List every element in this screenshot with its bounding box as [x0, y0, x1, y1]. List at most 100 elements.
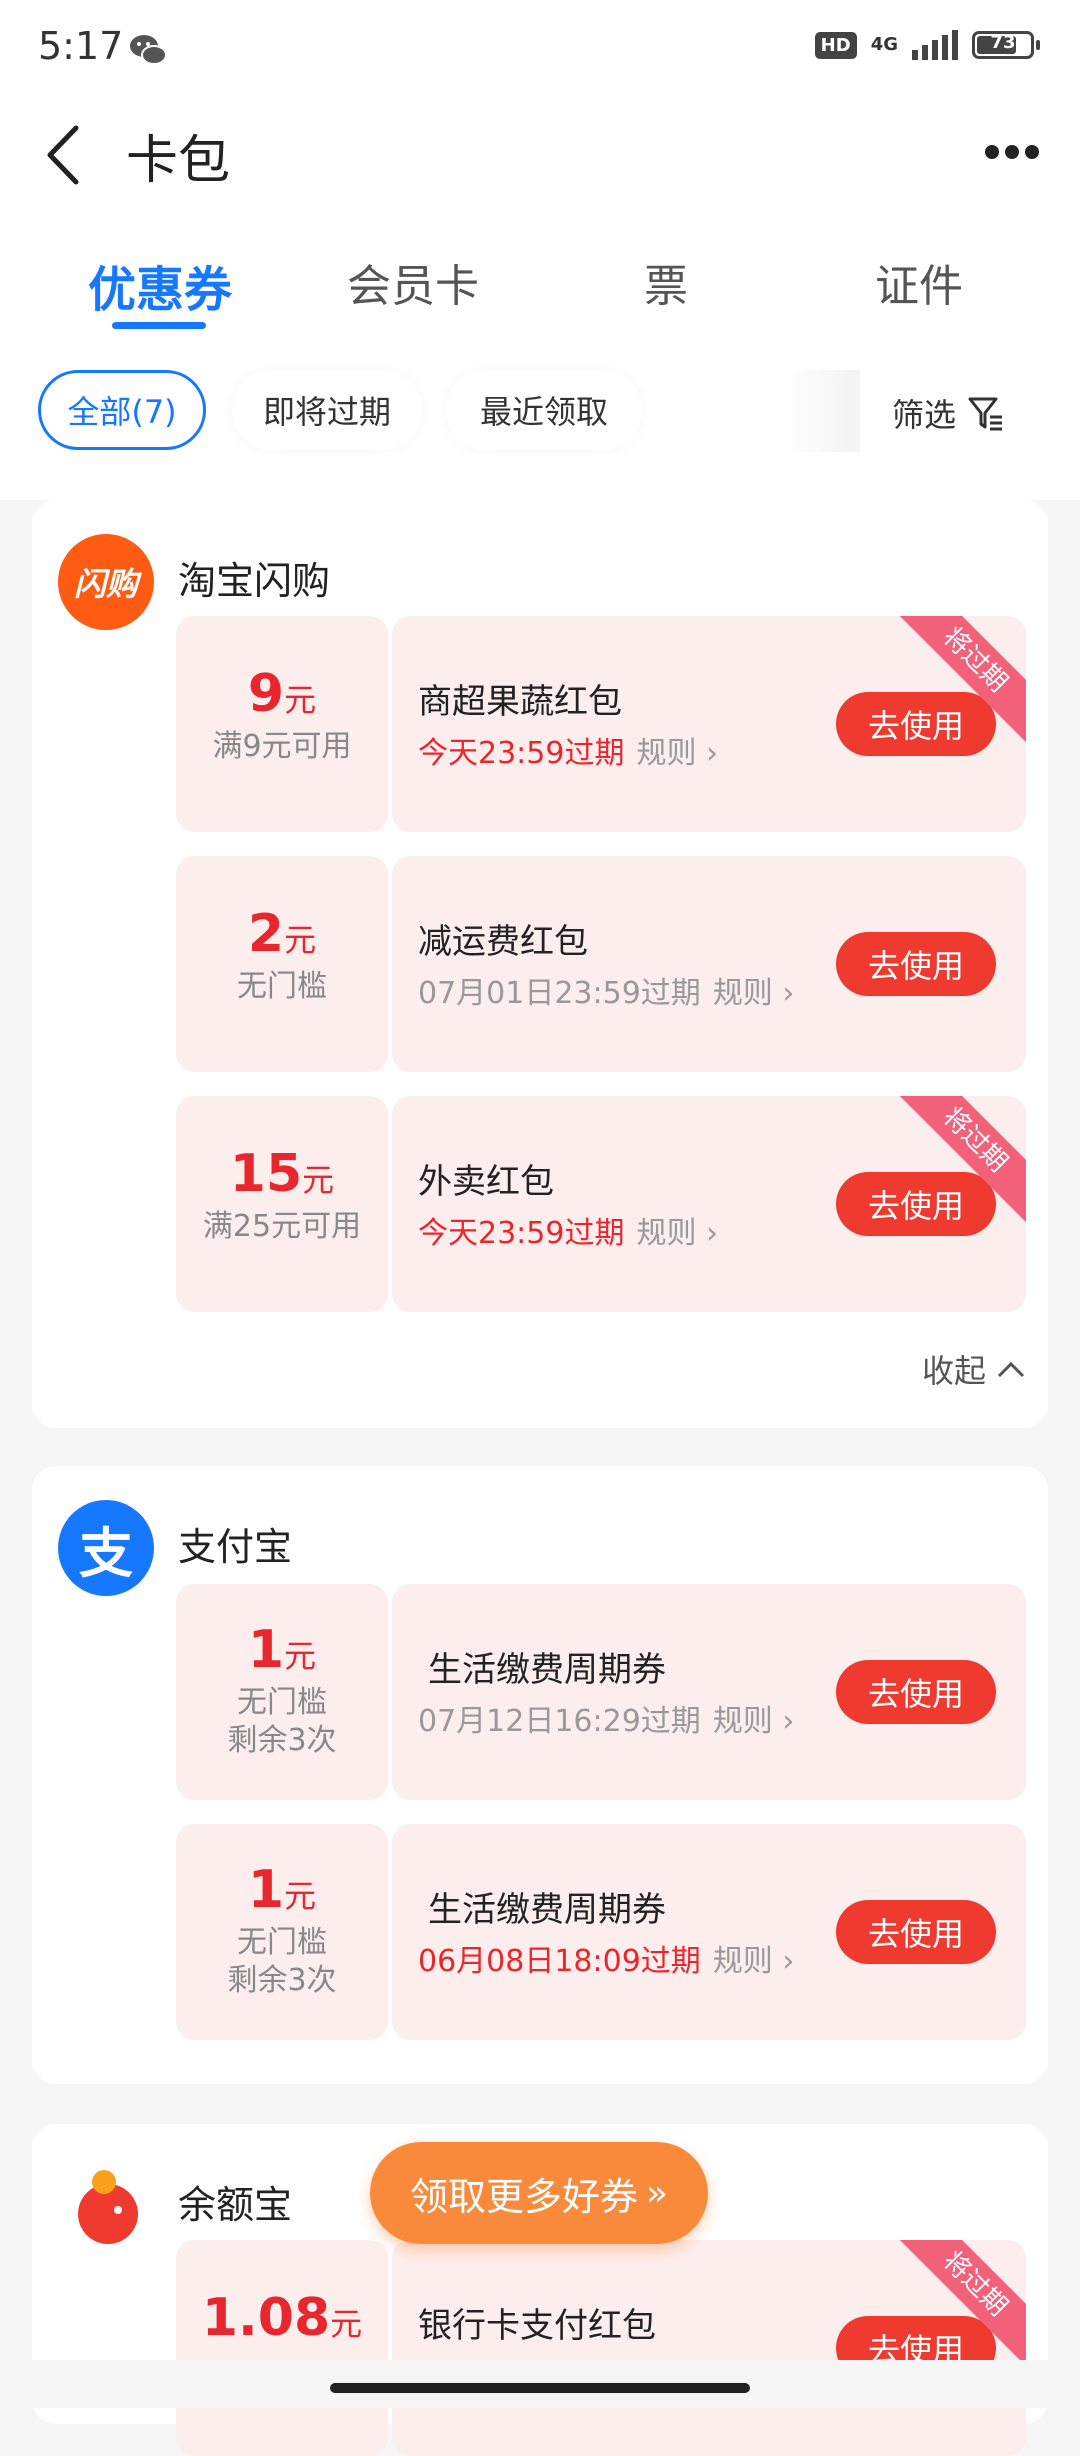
- merchant-name: 余额宝: [178, 2183, 293, 2227]
- coupon-unit: 元: [302, 1161, 335, 1199]
- coupon-info-panel: 减运费红包 07月01日23:59过期 规则 › 去使用: [392, 856, 1026, 1072]
- coupon-name: 生活缴费周期券: [428, 1650, 666, 1690]
- gesture-nav-handle[interactable]: [330, 2383, 750, 2393]
- coupon-item[interactable]: 9元 满9元可用 商超果蔬红包 今天23:59过期 规则 › 去使用 将过期: [176, 616, 1026, 832]
- signal-icon: [912, 30, 958, 60]
- double-chevron-right-icon: »: [645, 2172, 669, 2214]
- coupon-unit: 元: [284, 921, 317, 959]
- collapse-button[interactable]: 收起: [922, 1346, 1026, 1392]
- filter-label: 筛选: [891, 396, 956, 434]
- top-bar: 卡包: [0, 100, 1080, 210]
- coupon-rule-link[interactable]: 规则 ›: [713, 1944, 795, 1979]
- battery-level: 73: [990, 32, 1016, 53]
- coupon-item[interactable]: 1.08元 银行卡支付红包 去使用 将过期: [176, 2240, 1026, 2456]
- filter-chip-all[interactable]: 全部(7): [38, 370, 206, 450]
- network-type: 4G: [870, 34, 898, 55]
- coupon-expiry: 06月08日18:09过期: [418, 1944, 701, 1979]
- merchant-card-alipay: 支 支付宝 1元 无门槛 剩余3次 生活缴费周期券 07月12日16:29过期规…: [32, 1466, 1048, 2084]
- coupon-item[interactable]: 1元 无门槛 剩余3次 生活缴费周期券 06月08日18:09过期 规则 › 去使…: [176, 1824, 1026, 2040]
- filter-row: 全部(7) 即将过期 最近领取 筛选: [0, 340, 1080, 500]
- coupon-remaining: 剩余3次: [227, 1723, 337, 1758]
- filter-chip-recent[interactable]: 最近领取: [446, 370, 642, 450]
- coupon-name: 外卖红包: [418, 1162, 554, 1202]
- filter-button[interactable]: 筛选: [892, 390, 1006, 436]
- merchant-name: 淘宝闪购: [178, 559, 331, 603]
- coupon-value-panel: 1元 无门槛 剩余3次: [176, 1584, 388, 1800]
- alipay-logo-text: 支: [79, 1521, 133, 1585]
- coupon-unit: 元: [284, 1637, 317, 1675]
- filter-chip-expiring[interactable]: 即将过期: [232, 370, 422, 450]
- coupon-value-panel: 2元 无门槛: [176, 856, 388, 1072]
- wechat-icon: [130, 35, 167, 65]
- tab-certificates[interactable]: 证件: [789, 250, 1049, 314]
- coupon-name: 银行卡支付红包: [418, 2306, 656, 2346]
- coupon-info-panel: 生活缴费周期券 07月12日16:29过期 规则 › 去使用: [392, 1584, 1026, 1800]
- taobao-flash-logo: 闪购: [58, 534, 154, 630]
- coupon-info-panel: 生活缴费周期券 06月08日18:09过期 规则 › 去使用: [392, 1824, 1026, 2040]
- coupon-remaining: 剩余3次: [227, 1963, 337, 1998]
- coupon-rule-link[interactable]: 规则 ›: [636, 1216, 718, 1251]
- more-icon[interactable]: [984, 140, 1040, 164]
- coupon-rule-link[interactable]: 规则 ›: [713, 976, 795, 1011]
- coupon-expiry: 07月01日23:59过期: [418, 976, 701, 1011]
- coupon-condition: 无门槛: [237, 1925, 327, 1960]
- chevron-up-icon: [997, 1361, 1025, 1378]
- coupon-expiry: 今天23:59过期: [418, 1216, 625, 1251]
- coupon-amount: 15: [229, 1144, 303, 1204]
- use-coupon-button[interactable]: 去使用: [836, 932, 996, 996]
- tab-tickets[interactable]: 票: [536, 250, 796, 314]
- use-coupon-button[interactable]: 去使用: [836, 1660, 996, 1724]
- coupon-amount: 1: [247, 1620, 285, 1680]
- merchant-name: 支付宝: [178, 1525, 293, 1569]
- alipay-logo: 支: [58, 1500, 154, 1596]
- coupon-condition: 无门槛: [237, 1685, 327, 1720]
- page-title: 卡包: [126, 131, 231, 191]
- yuebao-logo: [58, 2158, 154, 2254]
- back-arrow-icon[interactable]: [40, 120, 90, 190]
- coupon-rule-link[interactable]: 规则 ›: [636, 736, 718, 771]
- coupon-amount: 1: [247, 1860, 285, 1920]
- status-bar: 5:17 HD 4G 73: [0, 0, 1080, 100]
- coupon-value-panel: 15元 满25元可用: [176, 1096, 388, 1312]
- coupon-item[interactable]: 2元 无门槛 减运费红包 07月01日23:59过期 规则 › 去使用: [176, 856, 1026, 1072]
- filter-funnel-icon: [968, 397, 1002, 431]
- use-coupon-button[interactable]: 去使用: [836, 692, 996, 756]
- coupon-info-panel: 商超果蔬红包 今天23:59过期 规则 › 去使用 将过期: [392, 616, 1026, 832]
- coupon-name: 生活缴费周期券: [428, 1890, 666, 1930]
- coupon-amount: 2: [247, 904, 285, 964]
- battery-icon: 73: [972, 31, 1040, 59]
- coupon-condition: 无门槛: [237, 969, 327, 1004]
- tab-bar: 优惠券 会员卡 票 证件: [0, 210, 1080, 340]
- coupon-name: 减运费红包: [418, 922, 588, 962]
- coupon-unit: 元: [284, 681, 317, 719]
- get-more-coupons-label: 领取更多好券: [409, 2174, 638, 2219]
- hd-badge: HD: [814, 31, 857, 59]
- coupon-info-panel: 外卖红包 今天23:59过期 规则 › 去使用 将过期: [392, 1096, 1026, 1312]
- coupon-condition: 满9元可用: [212, 729, 352, 764]
- tab-coupons[interactable]: 优惠券: [30, 250, 290, 320]
- coupon-unit: 元: [284, 1877, 317, 1915]
- coupon-amount: 1.08: [201, 2288, 331, 2348]
- taobao-logo-text: 闪购: [73, 565, 138, 603]
- coupon-name: 商超果蔬红包: [418, 682, 622, 722]
- use-coupon-button[interactable]: 去使用: [836, 1172, 996, 1236]
- merchant-card-taobao: 闪购 淘宝闪购 9元 满9元可用 商超果蔬红包 今天23:59过期 规则 › 去使…: [32, 500, 1048, 1428]
- coupon-expiry: 今天23:59过期: [418, 736, 625, 771]
- tab-member-cards[interactable]: 会员卡: [283, 250, 543, 314]
- use-coupon-button[interactable]: 去使用: [836, 1900, 996, 1964]
- coupon-unit: 元: [330, 2305, 363, 2343]
- active-tab-indicator: [112, 322, 206, 329]
- coupon-value-panel: 1元 无门槛 剩余3次: [176, 1824, 388, 2040]
- chip-scroll-fade: [780, 370, 860, 452]
- coupon-value-panel: 1.08元: [176, 2240, 388, 2456]
- coupon-condition: 满25元可用: [202, 1209, 362, 1244]
- coupon-item[interactable]: 1元 无门槛 剩余3次 生活缴费周期券 07月12日16:29过期 规则 › 去使…: [176, 1584, 1026, 1800]
- status-time: 5:17: [38, 24, 124, 68]
- coupon-expiry: 07月12日16:29过期: [418, 1704, 701, 1739]
- collapse-label: 收起: [921, 1352, 986, 1390]
- coupon-rule-link[interactable]: 规则 ›: [713, 1704, 795, 1739]
- coupon-item[interactable]: 15元 满25元可用 外卖红包 今天23:59过期 规则 › 去使用 将过期: [176, 1096, 1026, 1312]
- coupon-info-panel: 银行卡支付红包 去使用 将过期: [392, 2240, 1026, 2456]
- get-more-coupons-button[interactable]: 领取更多好券 »: [370, 2142, 708, 2244]
- coupon-amount: 9: [247, 664, 285, 724]
